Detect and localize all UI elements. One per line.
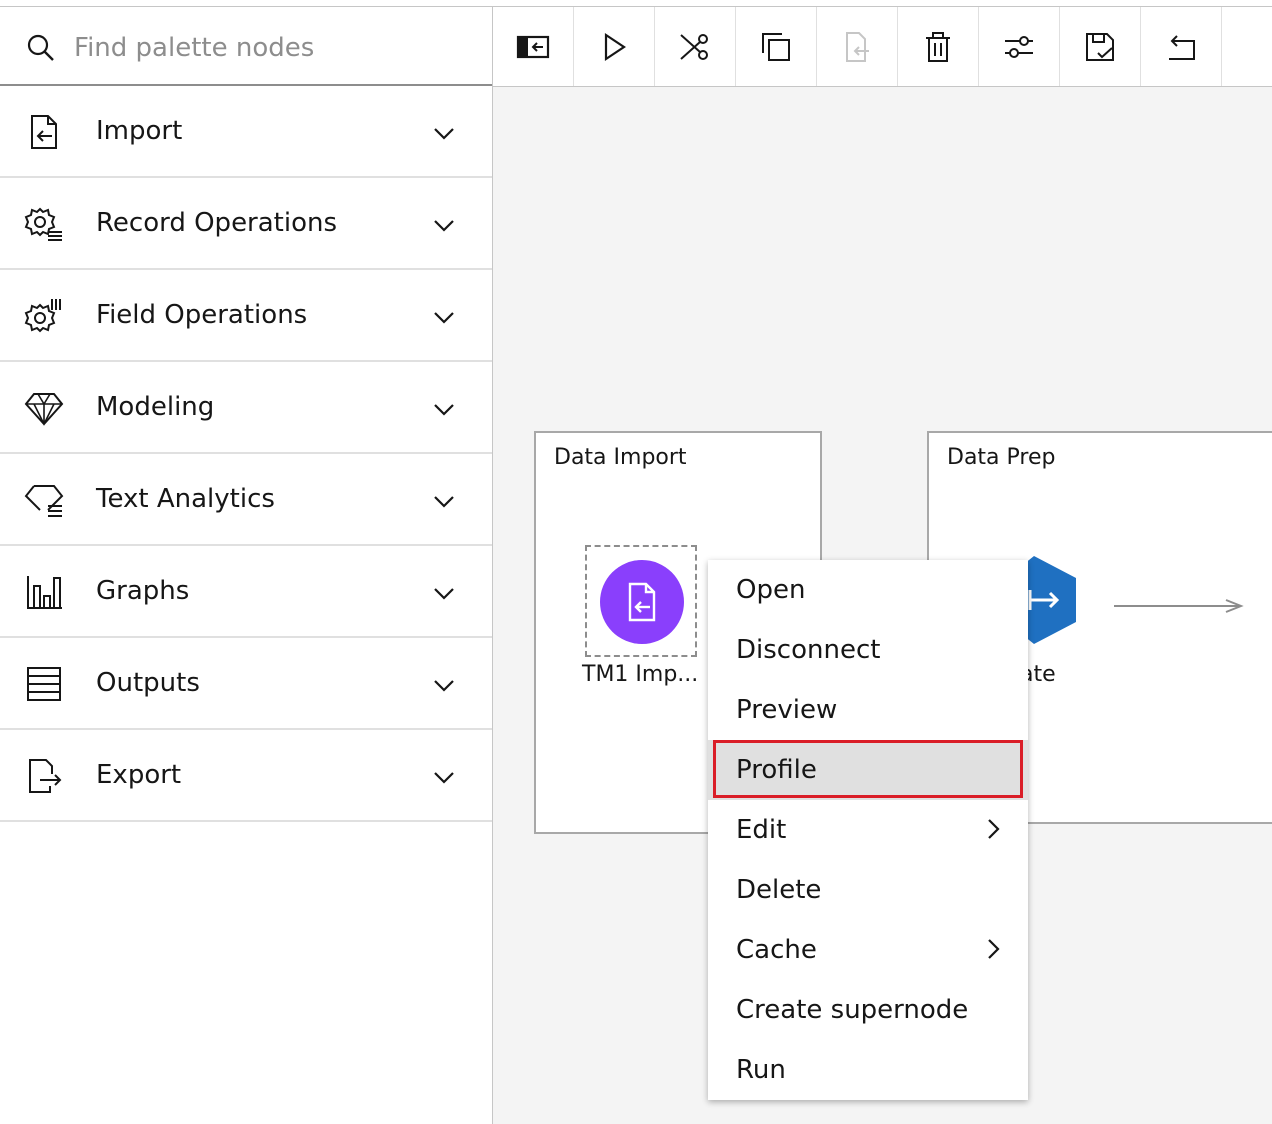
node-label: TM1 Imp... bbox=[582, 662, 699, 687]
chevron-down-icon bbox=[434, 128, 454, 140]
settings-button[interactable] bbox=[979, 7, 1060, 86]
run-button[interactable] bbox=[574, 7, 655, 86]
copy-button[interactable] bbox=[736, 7, 817, 86]
export-icon bbox=[29, 759, 62, 793]
chevron-right-icon bbox=[988, 819, 1000, 839]
link-arrow bbox=[1114, 599, 1244, 613]
search-input[interactable] bbox=[72, 25, 476, 71]
palette-category-outputs[interactable]: Outputs bbox=[0, 638, 492, 730]
category-label: Graphs bbox=[96, 576, 190, 606]
menu-item-preview[interactable]: Preview bbox=[708, 680, 1028, 740]
table-icon bbox=[27, 667, 61, 701]
menu-item-label: Profile bbox=[736, 755, 817, 785]
category-label: Modeling bbox=[96, 392, 215, 422]
undo-icon bbox=[1169, 34, 1195, 60]
copy-icon bbox=[762, 32, 790, 61]
delete-icon bbox=[926, 31, 950, 62]
menu-item-cache[interactable]: Cache bbox=[708, 920, 1028, 980]
palette-category-record-operations[interactable]: Record Operations bbox=[0, 178, 492, 270]
menu-item-label: Run bbox=[736, 1055, 786, 1085]
chevron-down-icon bbox=[434, 772, 454, 784]
toggle-palette-button[interactable] bbox=[493, 7, 574, 86]
menu-item-label: Disconnect bbox=[736, 635, 881, 665]
category-label: Record Operations bbox=[96, 208, 338, 238]
menu-item-label: Delete bbox=[736, 875, 822, 905]
menu-item-create-supernode[interactable]: Create supernode bbox=[708, 980, 1028, 1040]
top-edge bbox=[0, 0, 1272, 7]
import-icon bbox=[31, 115, 57, 149]
palette-category-import[interactable]: Import bbox=[0, 86, 492, 178]
menu-item-label: Create supernode bbox=[736, 995, 969, 1025]
cut-button[interactable] bbox=[655, 7, 736, 86]
palette-category-text-analytics[interactable]: Text Analytics bbox=[0, 454, 492, 546]
run-icon bbox=[604, 32, 626, 61]
bar-chart-icon bbox=[27, 576, 62, 609]
palette-sidebar: Import Record Operations Field Operation… bbox=[0, 7, 493, 1124]
category-label: Outputs bbox=[96, 668, 200, 698]
undo-button[interactable] bbox=[1141, 7, 1222, 86]
category-label: Field Operations bbox=[96, 300, 308, 330]
toggle-palette-icon bbox=[516, 35, 550, 58]
record-operations-icon bbox=[24, 207, 62, 241]
group-title: Data Prep bbox=[947, 445, 1056, 470]
menu-item-delete[interactable]: Delete bbox=[708, 860, 1028, 920]
data-prep-node[interactable] bbox=[1024, 556, 1076, 644]
palette-category-export[interactable]: Export bbox=[0, 730, 492, 822]
chevron-down-icon bbox=[434, 588, 454, 600]
chevron-right-icon bbox=[988, 939, 1000, 959]
category-label: Text Analytics bbox=[96, 484, 275, 514]
diamond-icon bbox=[24, 393, 64, 426]
menu-item-label: Open bbox=[736, 575, 806, 605]
text-analytics-icon bbox=[24, 485, 64, 517]
chevron-down-icon bbox=[434, 680, 454, 692]
palette-category-field-operations[interactable]: Field Operations bbox=[0, 270, 492, 362]
settings-icon bbox=[1005, 35, 1033, 58]
chevron-down-icon bbox=[434, 404, 454, 416]
cut-icon bbox=[680, 33, 708, 60]
menu-item-disconnect[interactable]: Disconnect bbox=[708, 620, 1028, 680]
search-icon bbox=[27, 34, 54, 61]
paste-icon bbox=[846, 31, 869, 62]
canvas-toolbar bbox=[493, 7, 1272, 87]
menu-item-label: Cache bbox=[736, 935, 817, 965]
save-button[interactable] bbox=[1060, 7, 1141, 86]
menu-item-edit[interactable]: Edit bbox=[708, 800, 1028, 860]
group-title: Data Import bbox=[554, 445, 687, 470]
menu-item-label: Preview bbox=[736, 695, 838, 725]
palette-search bbox=[0, 7, 492, 86]
menu-item-open[interactable]: Open bbox=[708, 560, 1028, 620]
paste-button[interactable] bbox=[817, 7, 898, 86]
delete-button[interactable] bbox=[898, 7, 979, 86]
context-menu: Open Disconnect Preview Profile Edit Del… bbox=[708, 560, 1028, 1100]
category-label: Export bbox=[96, 760, 182, 790]
category-label: Import bbox=[96, 116, 183, 146]
palette-category-modeling[interactable]: Modeling bbox=[0, 362, 492, 454]
field-operations-icon bbox=[24, 299, 61, 333]
save-icon bbox=[1086, 32, 1114, 61]
menu-item-run[interactable]: Run bbox=[708, 1040, 1028, 1100]
tm1-import-node[interactable] bbox=[600, 560, 684, 644]
menu-item-label: Edit bbox=[736, 815, 787, 845]
chevron-down-icon bbox=[434, 496, 454, 508]
palette-category-graphs[interactable]: Graphs bbox=[0, 546, 492, 638]
chevron-down-icon bbox=[434, 312, 454, 324]
menu-item-profile[interactable]: Profile bbox=[708, 740, 1028, 800]
import-icon bbox=[628, 582, 656, 622]
chevron-down-icon bbox=[434, 220, 454, 232]
